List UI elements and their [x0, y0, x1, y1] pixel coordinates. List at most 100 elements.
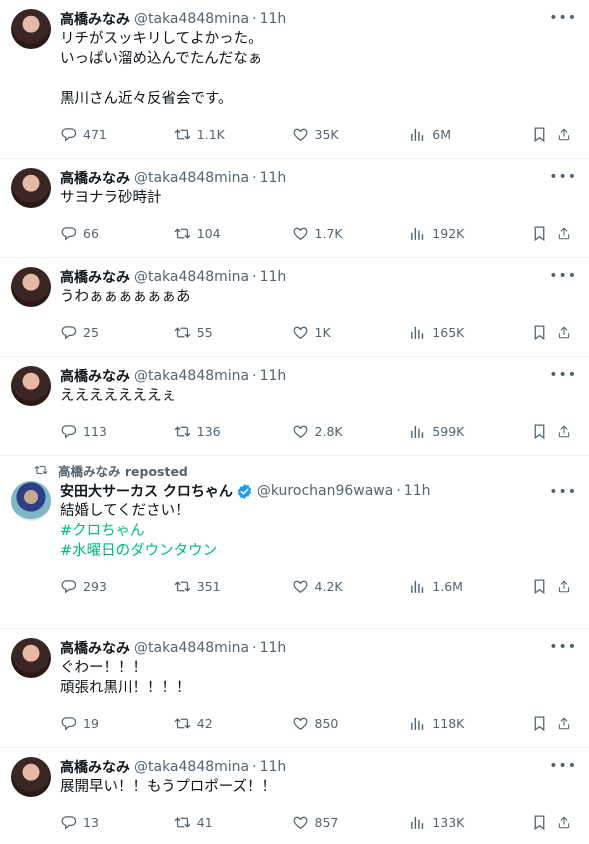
- repost-button[interactable]: 1.1K: [174, 126, 292, 143]
- avatar[interactable]: [11, 9, 51, 49]
- reply-button[interactable]: 66: [60, 225, 174, 242]
- tweet[interactable]: ••• 高橋みなみ @taka4848mina · 11h 展開早い！！もうプロ…: [0, 748, 589, 844]
- like-icon: [292, 715, 309, 732]
- views-button[interactable]: 6M: [409, 126, 531, 143]
- author-name[interactable]: 高橋みなみ: [60, 267, 130, 287]
- like-button[interactable]: 1K: [292, 324, 410, 341]
- timestamp[interactable]: 11h: [260, 640, 287, 656]
- more-icon[interactable]: •••: [549, 367, 577, 383]
- share-button[interactable]: [557, 814, 577, 831]
- reply-button[interactable]: 471: [60, 126, 174, 143]
- views-icon: [409, 715, 426, 732]
- tweet[interactable]: ••• 高橋みなみ @taka4848mina · 11h ぐわー！！！ 頑張れ…: [0, 629, 589, 748]
- reply-button[interactable]: 113: [60, 423, 174, 440]
- bookmark-button[interactable]: [531, 578, 557, 595]
- reply-count: 471: [83, 126, 107, 142]
- more-icon[interactable]: •••: [549, 169, 577, 185]
- action-bar: 19 42 850 118K: [60, 703, 577, 743]
- avatar[interactable]: [11, 168, 51, 208]
- share-button[interactable]: [557, 225, 577, 242]
- author-handle[interactable]: @taka4848mina: [134, 11, 249, 27]
- tweet-text: えええええええぇ: [60, 388, 176, 404]
- author-name[interactable]: 高橋みなみ: [60, 168, 130, 188]
- like-button[interactable]: 35K: [292, 126, 410, 143]
- repost-context[interactable]: 高橋みなみ reposted: [34, 461, 577, 479]
- timestamp[interactable]: 11h: [260, 269, 287, 285]
- avatar[interactable]: [11, 481, 51, 521]
- tweet[interactable]: ••• 高橋みなみ @taka4848mina · 11h うわぁぁぁぁぁぁあ …: [0, 258, 589, 357]
- author-handle[interactable]: @taka4848mina: [134, 170, 249, 186]
- timestamp[interactable]: 11h: [260, 11, 287, 27]
- share-button[interactable]: [557, 324, 577, 341]
- hashtag-link[interactable]: #クロちゃん: [60, 521, 577, 541]
- tweet[interactable]: ••• 高橋みなみ @taka4848mina · 11h リチがスッキリしてよ…: [0, 0, 589, 159]
- like-button[interactable]: 1.7K: [292, 225, 410, 242]
- more-icon[interactable]: •••: [549, 484, 577, 500]
- more-icon[interactable]: •••: [549, 758, 577, 774]
- separator-dot: ·: [252, 269, 257, 285]
- views-button[interactable]: 165K: [409, 324, 531, 341]
- bookmark-button[interactable]: [531, 715, 557, 732]
- author-name[interactable]: 高橋みなみ: [60, 9, 130, 29]
- repost-button[interactable]: 136: [174, 423, 292, 440]
- share-button[interactable]: [557, 715, 577, 732]
- like-count: 857: [314, 814, 339, 830]
- more-icon[interactable]: •••: [549, 268, 577, 284]
- author-handle[interactable]: @taka4848mina: [134, 759, 249, 775]
- views-button[interactable]: 1.6M: [409, 578, 531, 595]
- avatar[interactable]: [11, 366, 51, 406]
- tweet-text: うわぁぁぁぁぁぁあ: [60, 289, 191, 305]
- author-name[interactable]: 高橋みなみ: [60, 638, 130, 658]
- views-button[interactable]: 192K: [409, 225, 531, 242]
- bookmark-button[interactable]: [531, 126, 557, 143]
- views-button[interactable]: 133K: [409, 814, 531, 831]
- share-button[interactable]: [557, 126, 577, 143]
- share-button[interactable]: [557, 578, 577, 595]
- views-button[interactable]: 599K: [409, 423, 531, 440]
- repost-button[interactable]: 104: [174, 225, 292, 242]
- author-name[interactable]: 安田大サーカス クロちゃん: [60, 481, 233, 501]
- tweet[interactable]: 高橋みなみ reposted ••• 安田大サーカス クロちゃん @kuroch…: [0, 456, 589, 629]
- more-icon[interactable]: •••: [549, 639, 577, 655]
- timestamp[interactable]: 11h: [404, 483, 431, 499]
- reply-button[interactable]: 19: [60, 715, 174, 732]
- bookmark-button[interactable]: [531, 225, 557, 242]
- more-icon[interactable]: •••: [549, 10, 577, 26]
- share-icon: [557, 814, 571, 831]
- repost-icon: [174, 225, 191, 242]
- hashtag-link[interactable]: #水曜日のダウンタウン: [60, 541, 577, 561]
- author-handle[interactable]: @taka4848mina: [134, 368, 249, 384]
- bookmark-button[interactable]: [531, 814, 557, 831]
- timestamp[interactable]: 11h: [260, 170, 287, 186]
- bookmark-button[interactable]: [531, 423, 557, 440]
- like-button[interactable]: 850: [292, 715, 410, 732]
- timestamp[interactable]: 11h: [260, 368, 287, 384]
- author-handle[interactable]: @kurochan96wawa: [257, 483, 393, 499]
- views-button[interactable]: 118K: [409, 715, 531, 732]
- tweet[interactable]: ••• 高橋みなみ @taka4848mina · 11h えええええええぇ 1…: [0, 357, 589, 456]
- share-button[interactable]: [557, 423, 577, 440]
- bookmark-button[interactable]: [531, 324, 557, 341]
- author-name[interactable]: 高橋みなみ: [60, 366, 130, 386]
- avatar[interactable]: [11, 267, 51, 307]
- avatar[interactable]: [11, 757, 51, 797]
- reply-button[interactable]: 25: [60, 324, 174, 341]
- share-icon: [557, 225, 571, 242]
- repost-button[interactable]: 41: [174, 814, 292, 831]
- like-button[interactable]: 4.2K: [292, 578, 410, 595]
- repost-count: 41: [196, 814, 213, 830]
- timestamp[interactable]: 11h: [260, 759, 287, 775]
- tweet[interactable]: ••• 高橋みなみ @taka4848mina · 11h サヨナラ砂時計 66…: [0, 159, 589, 258]
- repost-button[interactable]: 351: [174, 578, 292, 595]
- views-count: 6M: [432, 126, 452, 142]
- repost-button[interactable]: 42: [174, 715, 292, 732]
- author-handle[interactable]: @taka4848mina: [134, 269, 249, 285]
- author-handle[interactable]: @taka4848mina: [134, 640, 249, 656]
- like-button[interactable]: 857: [292, 814, 410, 831]
- avatar[interactable]: [11, 638, 51, 678]
- author-name[interactable]: 高橋みなみ: [60, 757, 130, 777]
- like-button[interactable]: 2.8K: [292, 423, 410, 440]
- repost-button[interactable]: 55: [174, 324, 292, 341]
- reply-button[interactable]: 293: [60, 578, 174, 595]
- reply-button[interactable]: 13: [60, 814, 174, 831]
